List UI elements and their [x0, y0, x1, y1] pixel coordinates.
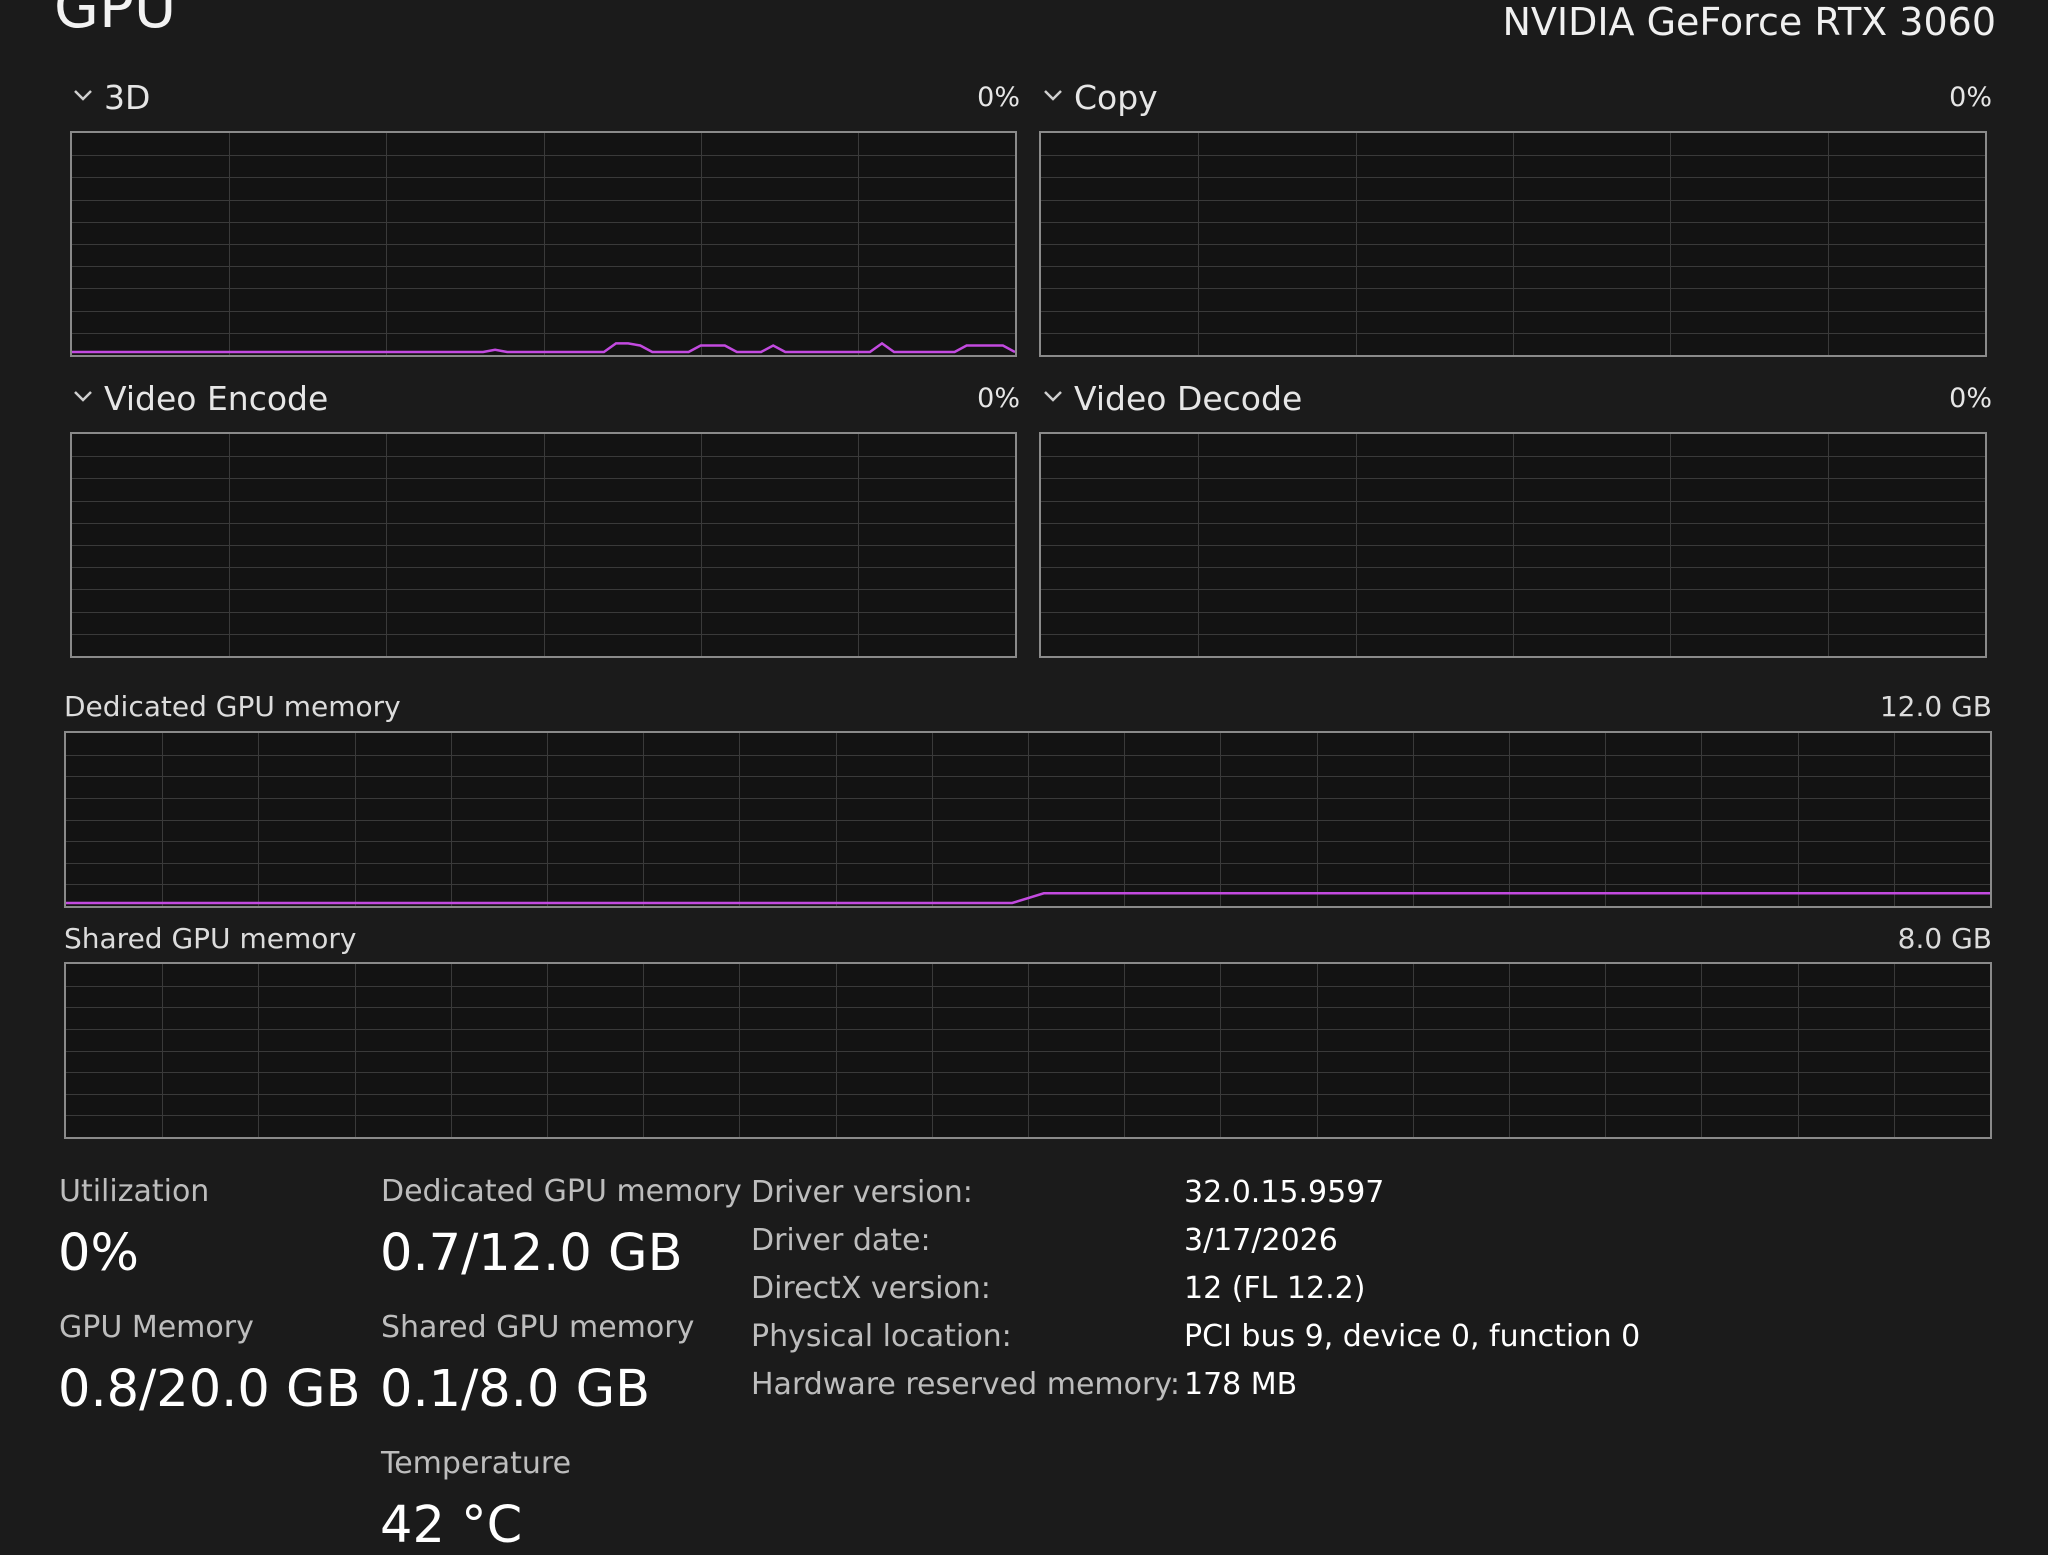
utilization-value: 0% [58, 1224, 139, 1283]
chevron-down-icon[interactable] [1040, 82, 1066, 108]
driver-version-value: 32.0.15.9597 [1184, 1175, 1385, 1210]
dedicated-memory-label: Dedicated GPU memory [64, 690, 401, 723]
engine-label: Video Decode [1074, 379, 1303, 418]
hardware-reserved-value: 178 MB [1184, 1367, 1298, 1402]
gpu-model-name: NVIDIA GeForce RTX 3060 [1502, 0, 1996, 44]
utilization-label: Utilization [59, 1174, 210, 1209]
chevron-down-icon[interactable] [70, 383, 96, 409]
driver-date-value: 3/17/2026 [1184, 1223, 1338, 1258]
engine-label: 3D [104, 78, 151, 117]
chevron-down-icon[interactable] [70, 82, 96, 108]
engine-label: Copy [1074, 78, 1158, 117]
chevron-down-icon[interactable] [1040, 383, 1066, 409]
dedicated-memory-graph [64, 731, 1992, 908]
page-title: GPU [54, 0, 177, 41]
engine-header-video-encode[interactable]: Video Encode 0% [70, 379, 1020, 419]
physical-location-value: PCI bus 9, device 0, function 0 [1184, 1319, 1641, 1354]
directx-version-label: DirectX version: [751, 1271, 991, 1306]
temperature-value: 42 °C [380, 1496, 523, 1555]
driver-version-label: Driver version: [751, 1175, 973, 1210]
dedicated-memory-max: 12.0 GB [1879, 690, 1992, 723]
engine-label: Video Encode [104, 379, 329, 418]
dedicated-stat-label: Dedicated GPU memory [381, 1174, 742, 1209]
shared-memory-label: Shared GPU memory [64, 922, 357, 955]
gpu-memory-label: GPU Memory [59, 1310, 254, 1345]
gpu-memory-value: 0.8/20.0 GB [58, 1360, 361, 1419]
engine-header-3d[interactable]: 3D 0% [70, 78, 1020, 118]
temperature-label: Temperature [381, 1446, 572, 1481]
engine-header-copy[interactable]: Copy 0% [1040, 78, 1992, 118]
shared-stat-label: Shared GPU memory [381, 1310, 695, 1345]
dedicated-stat-value: 0.7/12.0 GB [380, 1224, 683, 1283]
engine-graph-video-encode [70, 432, 1017, 658]
shared-memory-max: 8.0 GB [1897, 922, 1992, 955]
physical-location-label: Physical location: [751, 1319, 1012, 1354]
usage-line [72, 341, 1015, 354]
driver-date-label: Driver date: [751, 1223, 931, 1258]
shared-memory-graph [64, 962, 1992, 1139]
engine-percent: 0% [977, 383, 1020, 414]
hardware-reserved-label: Hardware reserved memory: [751, 1367, 1180, 1402]
directx-version-value: 12 (FL 12.2) [1184, 1271, 1366, 1306]
engine-graph-copy [1039, 131, 1987, 357]
engine-percent: 0% [977, 82, 1020, 113]
engine-graph-video-decode [1039, 432, 1987, 658]
shared-stat-value: 0.1/8.0 GB [380, 1360, 651, 1419]
engine-percent: 0% [1949, 82, 1992, 113]
engine-percent: 0% [1949, 383, 1992, 414]
engine-graph-3d [70, 131, 1017, 357]
engine-header-video-decode[interactable]: Video Decode 0% [1040, 379, 1992, 419]
